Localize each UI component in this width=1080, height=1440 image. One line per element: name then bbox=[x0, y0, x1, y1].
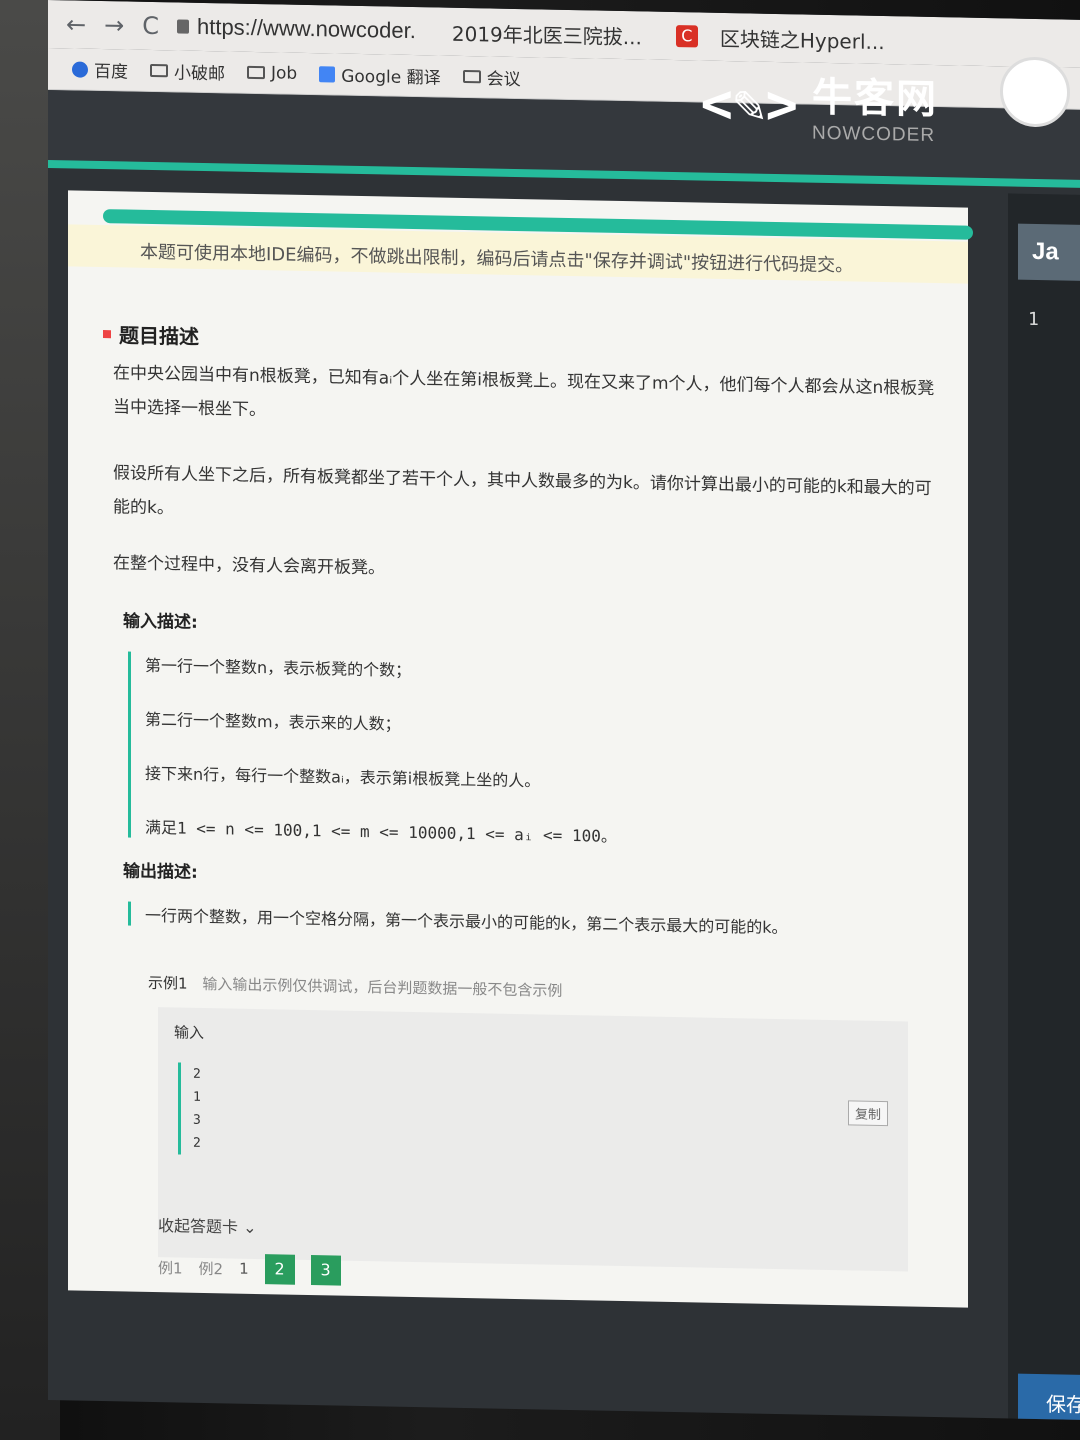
reload-icon[interactable]: C bbox=[142, 12, 159, 40]
logo-icon: <✎> bbox=[700, 71, 798, 136]
folder-icon bbox=[247, 65, 265, 80]
output-title: 输出描述: bbox=[123, 861, 198, 883]
bookmark-label: 百度 bbox=[94, 61, 128, 83]
logo-en: NOWCODER bbox=[812, 122, 936, 147]
forward-icon[interactable]: → bbox=[104, 11, 124, 39]
example-title: 示例1 bbox=[148, 973, 188, 993]
answer-card: 例1 例2 1 2 3 bbox=[158, 1252, 341, 1286]
example-input-label: 输入 bbox=[174, 1023, 205, 1042]
paw-icon bbox=[72, 60, 88, 78]
input-line-3: 接下来n行，每行一个整数aᵢ，表示第i根板凳上坐的人。 bbox=[145, 763, 541, 791]
bookmark-label: Job bbox=[271, 62, 298, 84]
bookmark-label: Google 翻译 bbox=[341, 66, 441, 89]
answer-item-1[interactable]: 1 bbox=[239, 1260, 249, 1278]
output-description: 一行两个整数，用一个空格分隔，第一个表示最小的可能的k，第二个表示最大的可能的k… bbox=[128, 901, 908, 941]
line-number: 1 bbox=[1028, 308, 1039, 331]
chevron-down-icon: ⌄ bbox=[243, 1217, 257, 1238]
url-text: https://www.nowcoder. bbox=[196, 13, 416, 44]
avatar[interactable] bbox=[1000, 56, 1070, 128]
bookmark-job[interactable]: Job bbox=[247, 62, 297, 83]
logo-cn: 牛客网 bbox=[812, 74, 938, 124]
translate-icon bbox=[319, 65, 336, 83]
example-input-value: 3 bbox=[193, 1112, 201, 1128]
answer-item-3[interactable]: 3 bbox=[310, 1255, 341, 1286]
bookmark-meeting[interactable]: 会议 bbox=[462, 64, 521, 91]
problem-paragraph-1: 在中央公园当中有n根板凳，已知有aᵢ个人坐在第i根板凳上。现在又来了m个人，他们… bbox=[113, 363, 935, 421]
bookmark-google-translate[interactable]: Google 翻译 bbox=[319, 61, 441, 89]
address-bar[interactable]: https://www.nowcoder. bbox=[176, 13, 416, 44]
collapse-label: 收起答题卡 bbox=[158, 1216, 239, 1237]
example-input-value: 1 bbox=[193, 1089, 201, 1105]
input-line-2: 第二行一个整数m，表示来的人数； bbox=[145, 709, 401, 734]
save-and-debug-button[interactable]: 保存并调试 bbox=[1018, 1373, 1080, 1420]
folder-icon bbox=[150, 63, 168, 78]
bookmark-label: 小破邮 bbox=[174, 63, 225, 85]
lock-icon bbox=[176, 19, 189, 34]
example-hint: 输入输出示例仅供调试，后台判题数据一般不包含示例 bbox=[202, 974, 563, 1000]
bookmark-label: 会议 bbox=[486, 69, 521, 91]
bookmark-baidu[interactable]: 百度 bbox=[72, 56, 128, 83]
bookmark-xiaopoyou[interactable]: 小破邮 bbox=[150, 58, 225, 84]
tab-title[interactable]: 2019年北医三院拔... bbox=[452, 17, 642, 50]
input-description: 第一行一个整数n，表示板凳的个数； 第二行一个整数m，表示来的人数； 接下来n行… bbox=[128, 651, 908, 853]
tab-favicon-icon: C bbox=[675, 25, 698, 48]
collapse-answer-card[interactable]: 收起答题卡 ⌄ bbox=[158, 1212, 257, 1238]
back-icon[interactable]: ← bbox=[66, 10, 86, 38]
input-line-4: 满足1 <= n <= 100,1 <= m <= 10000,1 <= aᵢ … bbox=[145, 817, 617, 846]
code-editor[interactable]: Ja 1 保存并调试 bbox=[1008, 193, 1080, 1420]
example-box: 输入 2 1 3 2 复制 bbox=[158, 1007, 908, 1272]
bullet-icon bbox=[103, 329, 111, 338]
screen: ← → C https://www.nowcoder. 2019年北医三院拔..… bbox=[48, 0, 1080, 1420]
answer-item-example1[interactable]: 例1 bbox=[158, 1257, 183, 1278]
example-input-value: 2 bbox=[193, 1135, 201, 1151]
input-line-1: 第一行一个整数n，表示板凳的个数； bbox=[145, 655, 412, 680]
answer-item-2[interactable]: 2 bbox=[264, 1254, 295, 1285]
example-input-value: 2 bbox=[193, 1066, 201, 1082]
site-logo[interactable]: <✎> 牛客网 NOWCODER bbox=[700, 63, 938, 148]
problem-paragraph-2: 假设所有人坐下之后，所有板凳都坐了若干个人，其中人数最多的为k。请你计算出最小的… bbox=[113, 463, 932, 519]
input-title: 输入描述: bbox=[123, 611, 198, 633]
output-line: 一行两个整数，用一个空格分隔，第一个表示最小的可能的k，第二个表示最大的可能的k… bbox=[145, 905, 788, 938]
section-title-text: 题目描述 bbox=[119, 323, 199, 349]
copy-button[interactable]: 复制 bbox=[847, 1100, 888, 1127]
language-select[interactable]: Ja bbox=[1018, 223, 1080, 281]
example-input: 2 1 3 2 bbox=[178, 1062, 201, 1155]
answer-item-example2[interactable]: 例2 bbox=[199, 1257, 224, 1278]
example-header: 示例1 输入输出示例仅供调试，后台判题数据一般不包含示例 bbox=[148, 972, 562, 1001]
problem-panel: 本题可使用本地IDE编码，不做跳出限制，编码后请点击"保存并调试"按钮进行代码提… bbox=[68, 190, 973, 1308]
problem-paragraph-3: 在整个过程中，没有人会离开板凳。 bbox=[113, 553, 385, 579]
section-title: 题目描述 bbox=[103, 319, 199, 350]
folder-icon bbox=[462, 69, 481, 84]
tab-title-2[interactable]: 区块链之Hyperl... bbox=[720, 22, 885, 54]
